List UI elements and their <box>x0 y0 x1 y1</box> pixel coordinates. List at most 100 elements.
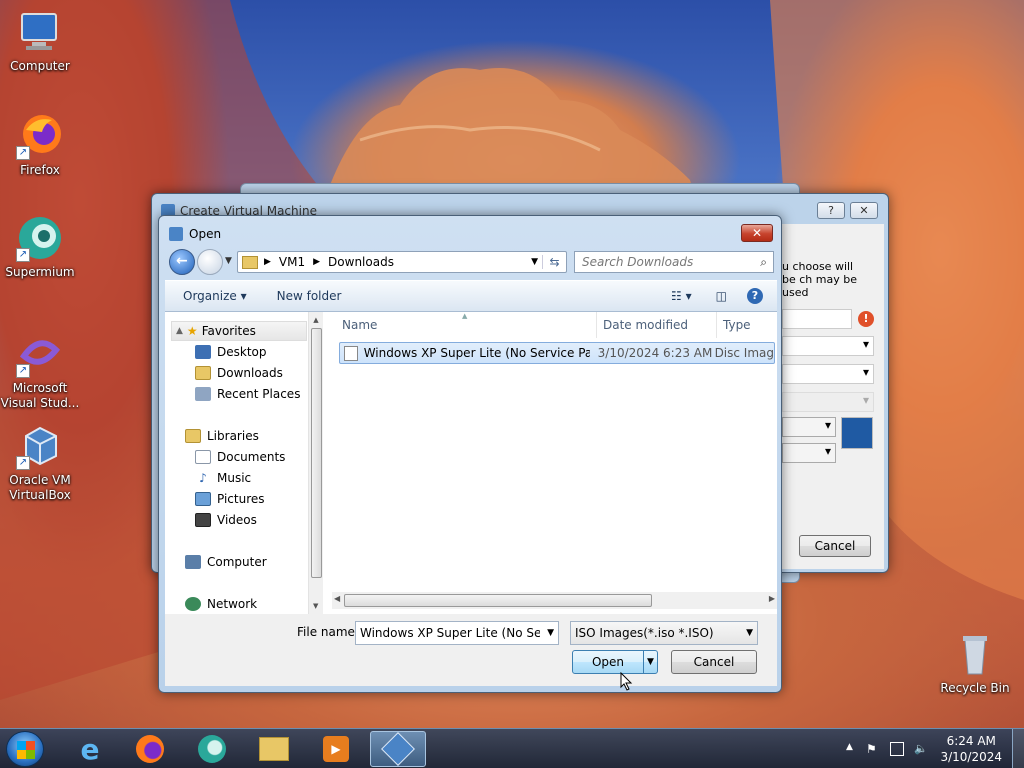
close-button[interactable]: ✕ <box>741 224 773 242</box>
search-input[interactable]: Search Downloads ⌕ <box>574 251 774 273</box>
nav-downloads[interactable]: Downloads <box>195 363 283 383</box>
media-player-icon: ▶ <box>323 736 349 762</box>
refresh-icon[interactable]: ⇆ <box>542 255 566 269</box>
action-center-flag-icon[interactable]: ⚑ <box>866 742 880 756</box>
taskbar-virtualbox[interactable] <box>370 731 426 767</box>
supermium-icon: ↗ <box>16 214 64 262</box>
scroll-left-arrow[interactable]: ◀ <box>334 594 340 603</box>
nav-libraries[interactable]: Libraries <box>185 426 259 446</box>
mouse-cursor-icon <box>620 672 633 691</box>
help-button[interactable]: ? <box>817 202 845 219</box>
file-name: Windows XP Super Lite (No Service Pack 4… <box>363 346 590 360</box>
firefox-desktop-icon[interactable]: ↗ Firefox <box>0 112 80 178</box>
internet-explorer-icon: e <box>80 732 100 766</box>
file-name-input[interactable]: Windows XP Super Lite (No Servic ▼ <box>355 621 559 645</box>
taskbar-file-explorer[interactable] <box>246 731 302 767</box>
shortcut-arrow-icon: ↗ <box>16 364 30 378</box>
nav-favorites[interactable]: ▲ ★ Favorites <box>171 321 307 341</box>
virtualbox-icon: ↗ <box>16 422 64 470</box>
horizontal-scrollbar[interactable]: ◀ ▶ <box>332 592 777 609</box>
nav-pictures[interactable]: Pictures <box>195 489 265 509</box>
visual-studio-desktop-icon[interactable]: ↗ Microsoft Visual Stud... <box>0 330 80 411</box>
recycle-bin-desktop-icon[interactable]: Recycle Bin <box>935 630 1015 696</box>
music-icon: ♪ <box>199 471 207 485</box>
supermium-desktop-icon[interactable]: ↗ Supermium <box>0 214 80 280</box>
disc-image-icon <box>344 345 358 361</box>
nav-label: Videos <box>217 513 257 527</box>
nav-label: Network <box>207 597 258 611</box>
column-date-modified[interactable]: Date modified <box>597 312 717 338</box>
recent-pages-dropdown[interactable]: ▼ <box>225 256 232 266</box>
type-select[interactable]: ▾ <box>782 417 836 437</box>
desktop-icon-label: Firefox <box>20 163 60 177</box>
recent-places-icon <box>195 387 211 401</box>
scroll-right-arrow[interactable]: ▶ <box>769 594 775 603</box>
folder-select[interactable]: ▾ <box>782 336 874 356</box>
scroll-thumb[interactable] <box>344 594 652 607</box>
address-bar[interactable]: ▶ VM1 ▶ Downloads ▼ ⇆ <box>237 251 567 273</box>
scroll-down-arrow[interactable]: ▼ <box>313 602 318 610</box>
new-folder-button[interactable]: New folder <box>277 289 342 303</box>
nav-desktop[interactable]: Desktop <box>195 342 267 362</box>
show-hidden-icons[interactable]: ▲ <box>846 742 860 756</box>
scroll-thumb[interactable] <box>311 328 322 578</box>
taskbar-supermium[interactable] <box>184 731 240 767</box>
chevron-down-icon[interactable]: ▼ <box>531 257 538 267</box>
network-icon[interactable] <box>890 742 904 756</box>
clock[interactable]: 6:24 AM 3/10/2024 <box>940 733 1002 765</box>
computer-desktop-icon[interactable]: Computer <box>0 8 80 74</box>
open-file-dialog: Open ✕ ← ▼ ▶ VM1 ▶ Downloads ▼ ⇆ Search … <box>158 215 782 693</box>
forward-button[interactable] <box>197 249 223 275</box>
nav-label: Desktop <box>217 345 267 359</box>
file-type-filter[interactable]: ISO Images(*.iso *.ISO) ▼ <box>570 621 758 645</box>
scroll-up-arrow[interactable]: ▲ <box>309 316 323 324</box>
nav-videos[interactable]: Videos <box>195 510 257 530</box>
shortcut-arrow-icon: ↗ <box>16 146 30 160</box>
firefox-icon: ↗ <box>16 112 64 160</box>
libraries-icon <box>185 429 201 443</box>
taskbar-media-player[interactable]: ▶ <box>308 731 364 767</box>
back-button[interactable]: ← <box>169 249 195 275</box>
virtualbox-icon <box>381 732 415 766</box>
vm-form-panel: u choose will be ch may be used ! ▾ ▾ ▾ … <box>782 224 884 569</box>
taskbar-firefox[interactable] <box>122 731 178 767</box>
file-date: 3/10/2024 6:23 AM <box>597 346 713 360</box>
organize-button[interactable]: Organize ▾ <box>183 289 247 303</box>
name-field[interactable] <box>782 309 852 329</box>
nav-computer[interactable]: Computer <box>185 552 267 572</box>
open-button[interactable]: Open ▼ <box>572 650 658 674</box>
virtualbox-desktop-icon[interactable]: ↗ Oracle VM VirtualBox <box>0 422 80 503</box>
chevron-down-icon[interactable]: ▼ <box>547 628 554 638</box>
recycle-bin-icon <box>951 630 999 678</box>
nav-music[interactable]: ♪ Music <box>195 468 251 488</box>
show-desktop-button[interactable] <box>1012 729 1024 768</box>
nav-network[interactable]: Network <box>185 594 257 614</box>
cancel-button[interactable]: Cancel <box>671 650 757 674</box>
cancel-button[interactable]: Cancel <box>799 535 871 557</box>
chevron-down-icon: ▼ <box>746 628 753 638</box>
edition-select[interactable]: ▾ <box>782 392 874 412</box>
version-select[interactable]: ▾ <box>782 443 836 463</box>
breadcrumb-downloads[interactable]: Downloads <box>328 255 394 269</box>
iso-select[interactable]: ▾ <box>782 364 874 384</box>
navigation-pane: ▲ ★ Favorites Desktop Downloads Recent Pla… <box>165 312 323 614</box>
nav-documents[interactable]: Documents <box>195 447 285 467</box>
breadcrumb-vm1[interactable]: VM1 <box>279 255 305 269</box>
pictures-icon <box>195 492 211 506</box>
column-type[interactable]: Type <box>717 312 777 338</box>
column-name[interactable]: Name <box>324 312 597 338</box>
nav-recent-places[interactable]: Recent Places <box>195 384 300 404</box>
nav-scrollbar[interactable]: ▲ ▼ <box>308 312 323 614</box>
nav-label: Recent Places <box>217 387 301 401</box>
open-options-dropdown[interactable]: ▼ <box>643 651 657 673</box>
file-row[interactable]: Windows XP Super Lite (No Service Pack 4… <box>339 342 775 364</box>
preview-pane-icon[interactable]: ◫ <box>716 289 727 303</box>
view-options-icon[interactable]: ☷ ▾ <box>671 289 692 303</box>
volume-muted-icon[interactable]: 🔈 <box>914 742 928 756</box>
close-button[interactable]: ✕ <box>850 202 878 219</box>
taskbar-internet-explorer[interactable]: e <box>62 731 118 767</box>
folder-icon <box>259 737 289 761</box>
nav-label: Documents <box>217 450 286 464</box>
start-button[interactable] <box>6 731 44 767</box>
help-icon[interactable]: ? <box>747 288 763 304</box>
